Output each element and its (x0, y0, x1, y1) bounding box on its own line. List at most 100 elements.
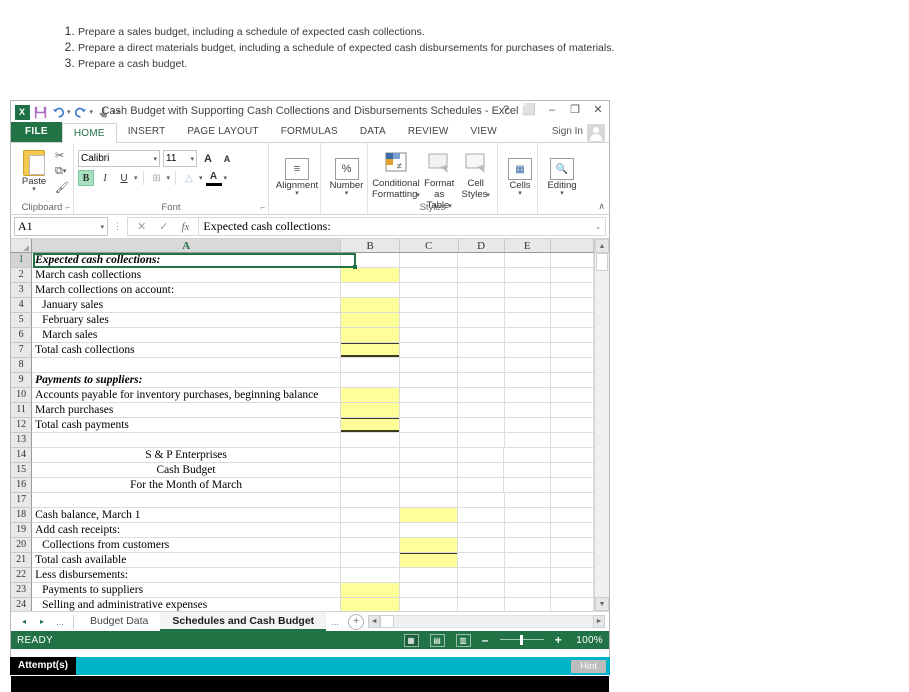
paste-dropdown-icon[interactable]: ▾ (32, 186, 36, 193)
cell-e7[interactable] (504, 343, 551, 358)
scroll-right-icon[interactable]: ► (593, 615, 605, 628)
ribbon-display-options-button[interactable]: ⬜ (522, 103, 536, 116)
font-size-input[interactable]: 11 ▾ (163, 150, 197, 167)
cell-d15[interactable] (458, 463, 505, 478)
cell-d12[interactable] (458, 418, 505, 433)
fill-color-icon[interactable]: △ (181, 170, 197, 186)
cell-b23[interactable] (341, 583, 400, 598)
enter-formula-icon[interactable]: ✓ (159, 220, 168, 233)
cell-f21[interactable] (550, 553, 594, 568)
cell-f1[interactable] (550, 253, 594, 268)
help-button[interactable]: ? (499, 104, 513, 116)
name-box-dropdown-icon[interactable]: ▾ (100, 223, 104, 231)
number-button[interactable]: % Number ▾ (325, 150, 368, 197)
cell-f22[interactable] (550, 568, 594, 583)
cell-a21[interactable]: Total cash available (32, 553, 342, 568)
zoom-out-button[interactable]: – (482, 633, 489, 647)
cell-e12[interactable] (504, 418, 551, 433)
cut-icon[interactable]: ✂ (55, 148, 69, 163)
cell-d5[interactable] (458, 313, 505, 328)
cell-f5[interactable] (550, 313, 594, 328)
row-header-23[interactable]: 23 (11, 583, 33, 598)
collapse-ribbon-icon[interactable]: ∧ (598, 201, 605, 212)
cell-d3[interactable] (458, 283, 505, 298)
cell-e6[interactable] (504, 328, 551, 343)
scroll-down-icon[interactable]: ▼ (595, 597, 609, 611)
row-header-22[interactable]: 22 (11, 568, 33, 583)
cell-e17[interactable] (504, 493, 551, 508)
sheet-nav-dots-right[interactable]: ... (326, 617, 344, 627)
row-header-3[interactable]: 3 (11, 283, 33, 298)
cell-e1[interactable] (504, 253, 551, 268)
cell-f9[interactable] (550, 373, 594, 388)
cell-c21[interactable] (399, 553, 459, 568)
cell-a15[interactable]: Cash Budget (32, 463, 341, 478)
scroll-up-icon[interactable]: ▲ (595, 239, 609, 253)
cells-button[interactable]: ▦ Cells ▾ (502, 150, 538, 197)
cell-b19[interactable] (341, 523, 400, 538)
cell-d19[interactable] (458, 523, 505, 538)
cell-b6[interactable] (341, 328, 400, 343)
cell-e3[interactable] (504, 283, 551, 298)
cell-b22[interactable] (341, 568, 400, 583)
page-layout-view-icon[interactable]: ▤ (429, 633, 445, 647)
borders-icon[interactable]: ⊞ (149, 170, 165, 186)
row-header-11[interactable]: 11 (11, 403, 33, 418)
cell-a7[interactable]: Total cash collections (32, 343, 342, 358)
cell-f8[interactable] (550, 358, 594, 373)
sheet-nav-dots-left[interactable]: ... (51, 617, 69, 627)
sheet-tab-budget-data[interactable]: Budget Data (78, 612, 160, 631)
redo-icon[interactable] (73, 104, 89, 120)
row-header-5[interactable]: 5 (11, 313, 33, 328)
row-header-1[interactable]: 1 (11, 253, 33, 268)
cell-a16[interactable]: For the Month of March (32, 478, 341, 493)
formula-bar-expand-icon[interactable]: ⌄ (595, 223, 601, 231)
tab-insert[interactable]: INSERT (117, 122, 177, 142)
row-header-18[interactable]: 18 (11, 508, 33, 523)
cell-b15[interactable] (340, 463, 400, 478)
cell-e11[interactable] (504, 403, 551, 418)
row-header-7[interactable]: 7 (11, 343, 33, 358)
cell-d2[interactable] (458, 268, 505, 283)
account-avatar-icon[interactable] (587, 124, 605, 142)
tab-formulas[interactable]: FORMULAS (270, 122, 349, 142)
column-header-f[interactable] (550, 239, 594, 252)
cell-e23[interactable] (504, 583, 551, 598)
sign-in-link[interactable]: Sign In (552, 126, 583, 137)
tab-review[interactable]: REVIEW (397, 122, 460, 142)
zoom-slider[interactable] (499, 635, 544, 645)
row-header-13[interactable]: 13 (11, 433, 33, 448)
font-name-input[interactable]: Calibri ▾ (78, 150, 160, 167)
next-sheet-icon[interactable]: ▸ (33, 617, 51, 626)
cell-f19[interactable] (550, 523, 594, 538)
cell-a19[interactable]: Add cash receipts: (32, 523, 342, 538)
redo-dropdown-icon[interactable]: ▾ (90, 108, 94, 116)
cell-a20[interactable]: Collections from customers (32, 538, 342, 553)
tab-home[interactable]: HOME (61, 123, 117, 143)
cell-c15[interactable] (399, 463, 459, 478)
tab-page-layout[interactable]: PAGE LAYOUT (176, 122, 269, 142)
horizontal-scrollbar-track[interactable] (394, 615, 593, 628)
cell-c22[interactable] (399, 568, 459, 583)
cell-c6[interactable] (399, 328, 459, 343)
zoom-level-label[interactable]: 100% (573, 635, 603, 646)
column-header-b[interactable]: B (341, 239, 400, 252)
cell-c8[interactable] (399, 358, 459, 373)
cell-e19[interactable] (504, 523, 551, 538)
cell-c2[interactable] (399, 268, 459, 283)
zoom-slider-handle[interactable] (519, 635, 523, 645)
hint-button[interactable]: Hint (571, 659, 606, 673)
row-header-20[interactable]: 20 (11, 538, 33, 553)
cell-f12[interactable] (550, 418, 594, 433)
row-header-4[interactable]: 4 (11, 298, 33, 313)
row-header-17[interactable]: 17 (11, 493, 33, 508)
cell-f7[interactable] (550, 343, 594, 358)
cell-b16[interactable] (340, 478, 400, 493)
cell-c14[interactable] (399, 448, 459, 463)
cell-e21[interactable] (504, 553, 551, 568)
cell-e2[interactable] (504, 268, 551, 283)
font-color-icon[interactable]: A (205, 170, 222, 186)
cell-d1[interactable] (458, 253, 505, 268)
font-name-dropdown-icon[interactable]: ▾ (153, 155, 157, 163)
cell-a10[interactable]: Accounts payable for inventory purchases… (32, 388, 342, 403)
